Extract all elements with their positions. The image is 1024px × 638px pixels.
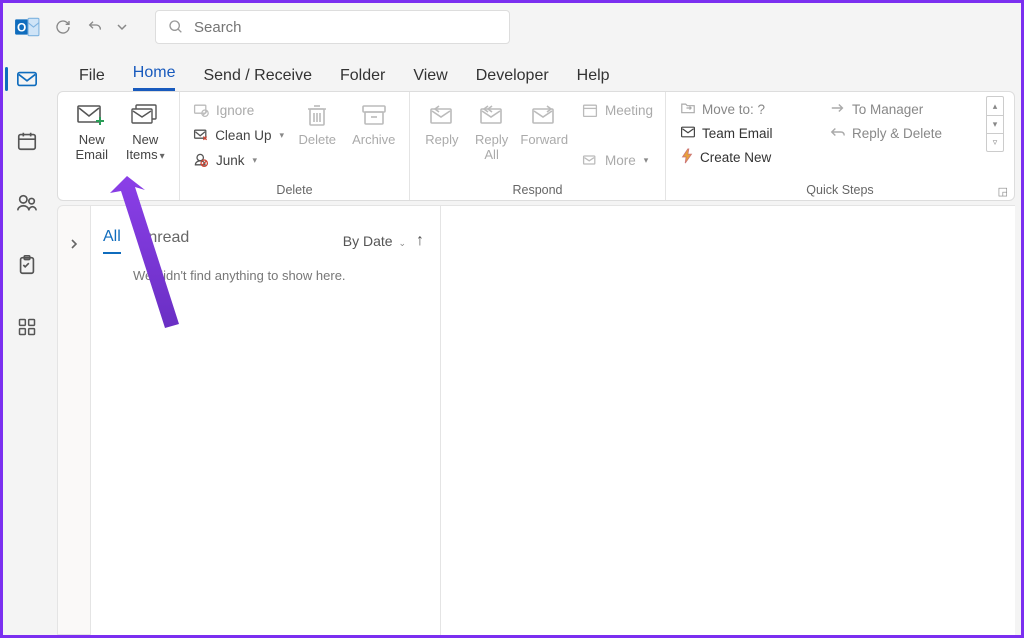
svg-text:O: O [17,20,26,34]
left-navigation-rail [3,51,51,635]
filter-all[interactable]: All [103,228,121,254]
main-area: File Home Send / Receive Folder View Dev… [51,51,1021,635]
tab-view[interactable]: View [413,67,447,91]
reply-arrow-icon [830,126,846,141]
sort-by-date[interactable]: By Date ⌄ [343,233,406,249]
cleanup-icon [192,126,209,144]
ribbon-group-new: New Email New Items▾ New [58,92,180,200]
chevron-down-icon: ⌄ [398,238,406,248]
more-envelope-icon [581,151,599,169]
new-items-label: New Items [126,132,158,162]
archive-button[interactable]: Archive [347,96,402,147]
chevron-more-icon[interactable]: ▿ [987,133,1003,151]
quicksteps-launcher[interactable]: ◲ [998,185,1008,198]
quicksteps-gallery-scroll[interactable]: ▴ ▾ ▿ [986,96,1004,152]
respond-more-button[interactable]: More▾ [577,148,657,172]
delete-button[interactable]: Delete [290,96,345,147]
search-input[interactable] [194,19,497,36]
tab-home[interactable]: Home [133,64,176,91]
ribbon-tabs: File Home Send / Receive Folder View Dev… [51,51,1021,91]
reply-all-icon [479,100,505,130]
calendar-icon [581,101,599,119]
ribbon-group-respond: Reply Reply All Forward Meeting [410,92,666,200]
filter-unread[interactable]: Unread [137,229,189,253]
quickstep-team-email[interactable]: Team Email [676,122,806,145]
tab-folder[interactable]: Folder [340,67,385,91]
empty-list-message: We didn't find anything to show here. [133,268,424,283]
group-title-delete: Delete [180,180,409,200]
arrow-right-icon [830,102,846,117]
chevron-right-icon [69,238,79,250]
forward-button[interactable]: Forward [518,96,571,147]
content-area: All Unread By Date ⌄ ↑ We didn't find an… [51,205,1015,635]
quickstep-create-new[interactable]: Create New [676,146,806,169]
quickstep-reply-delete[interactable]: Reply & Delete [826,122,966,145]
rail-calendar[interactable] [5,121,49,161]
reply-all-button[interactable]: Reply All [468,96,516,162]
lightning-icon [680,148,694,167]
meeting-button[interactable]: Meeting [577,98,657,122]
reply-icon [429,100,455,130]
quickstep-to-manager[interactable]: To Manager [826,98,966,121]
new-email-button[interactable]: New Email [66,96,118,162]
envelopes-stack-icon [130,100,160,130]
title-bar: O [3,3,1021,51]
new-email-label: New Email [68,132,116,162]
envelope-icon [680,125,696,142]
ignore-button[interactable]: Ignore [188,98,288,122]
sync-button[interactable] [49,13,77,41]
cleanup-button[interactable]: Clean Up▾ [188,123,288,147]
rail-mail[interactable] [5,59,49,99]
folder-arrow-icon [680,101,696,118]
message-list-pane: All Unread By Date ⌄ ↑ We didn't find an… [91,205,441,635]
rail-tasks[interactable] [5,245,49,285]
ignore-icon [192,101,210,119]
tab-file[interactable]: File [79,67,105,91]
group-title-respond: Respond [410,180,665,200]
envelope-new-icon [77,100,107,130]
reading-pane [441,205,1015,635]
archive-icon [361,100,387,130]
new-items-button[interactable]: New Items▾ [120,96,172,164]
junk-button[interactable]: Junk▾ [188,148,288,172]
rail-more-apps[interactable] [5,307,49,347]
search-box[interactable] [155,10,510,44]
undo-button[interactable] [81,13,109,41]
reply-button[interactable]: Reply [418,96,466,147]
tab-send-receive[interactable]: Send / Receive [203,67,312,91]
ribbon-home: New Email New Items▾ New Ignore [57,91,1015,201]
rail-people[interactable] [5,183,49,223]
ribbon-group-quicksteps: Move to: ? Team Email Create New To Mana… [666,92,1014,200]
chevron-up-icon[interactable]: ▴ [987,97,1003,115]
tab-help[interactable]: Help [577,67,610,91]
forward-icon [531,100,557,130]
folder-pane-collapsed[interactable] [57,205,91,635]
group-title-quicksteps: Quick Steps [666,180,1014,200]
search-icon [168,19,184,35]
qat-customize-button[interactable] [113,13,131,41]
outlook-logo-icon: O [9,9,45,45]
trash-icon [305,100,329,130]
ribbon-group-delete: Ignore Clean Up▾ Junk▾ Delete [180,92,410,200]
chevron-down-icon[interactable]: ▾ [987,115,1003,133]
junk-icon [192,151,210,169]
sort-direction-button[interactable]: ↑ [416,232,424,250]
quickstep-move-to[interactable]: Move to: ? [676,98,806,121]
tab-developer[interactable]: Developer [476,67,549,91]
